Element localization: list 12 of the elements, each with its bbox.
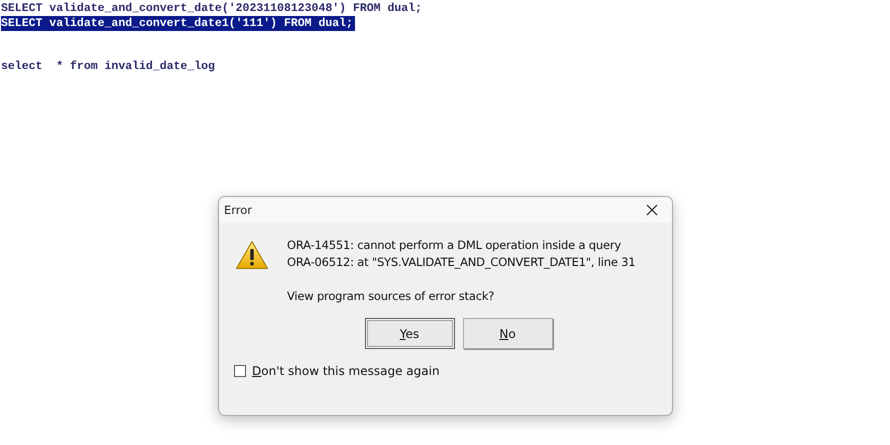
yes-button[interactable]: Yes — [364, 318, 454, 349]
code-line: SELECT validate_and_convert_date('20231108123048') FROM dual; — [1, 1, 423, 16]
code-line: select * from invalid_date_log — [1, 59, 216, 74]
dialog-title: Error — [224, 203, 252, 217]
error-message: ORA-14551: cannot perform a DML operation inside a query — [287, 237, 622, 254]
checkbox-label[interactable]: Don't show this message again — [252, 364, 440, 378]
question-text: View program sources of error stack? — [287, 288, 496, 305]
close-icon — [646, 204, 658, 216]
warning-icon — [235, 240, 269, 270]
checkbox[interactable] — [234, 365, 246, 377]
error-message: ORA-06512: at "SYS.VALIDATE_AND_CONVERT_DATE1", line 31 — [287, 254, 636, 271]
no-button[interactable]: No — [462, 318, 552, 349]
